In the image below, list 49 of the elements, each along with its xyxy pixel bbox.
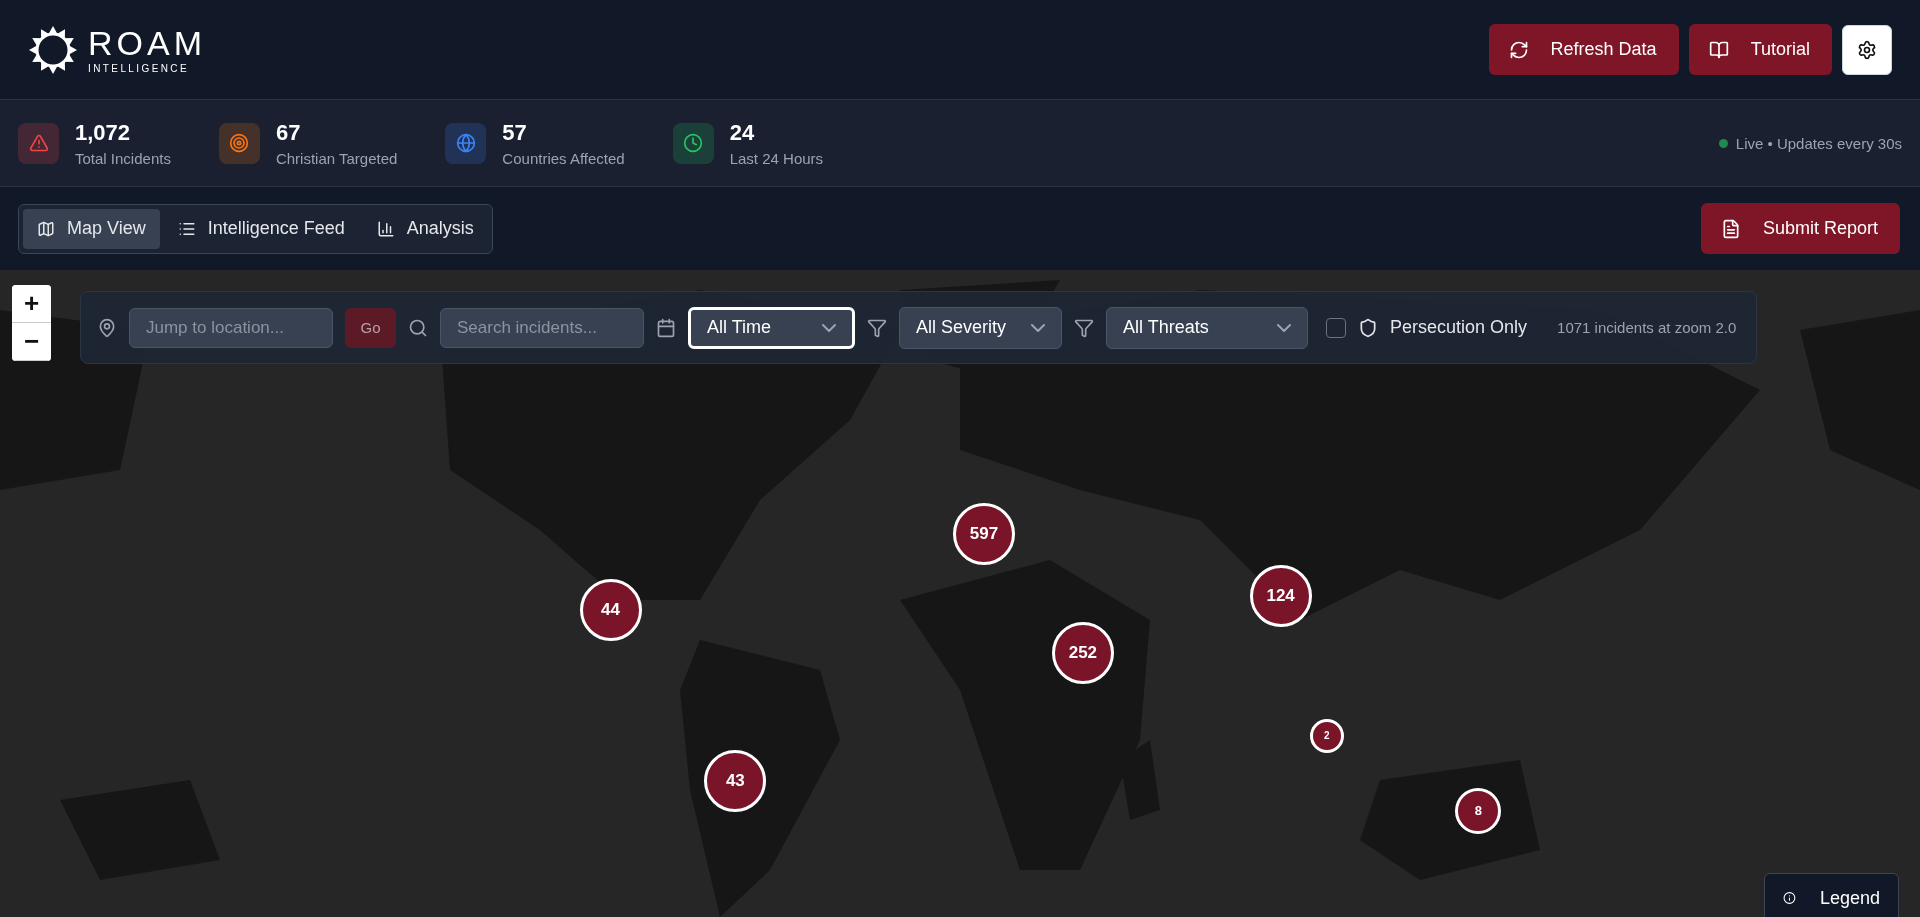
book-icon: [1708, 39, 1729, 60]
calendar-icon: [656, 317, 676, 338]
stat-icon: [672, 122, 714, 164]
map-icon: [37, 219, 55, 238]
chart-icon: [376, 219, 395, 238]
legend-button[interactable]: Legend: [1764, 873, 1899, 917]
settings-icon: [1857, 39, 1877, 60]
go-button[interactable]: Go: [345, 307, 396, 348]
tutorial-button[interactable]: Tutorial: [1688, 24, 1832, 75]
refresh-button[interactable]: Refresh Data: [1488, 24, 1679, 75]
stat-label: Last 24 Hours: [729, 149, 824, 167]
chevron-down-icon: [822, 323, 836, 332]
filter-icon: [867, 317, 887, 338]
location-pin-icon: [97, 317, 117, 338]
brand-name: ROAM: [88, 25, 206, 60]
search-field[interactable]: Search incidents...: [440, 307, 644, 348]
view-tab[interactable]: Map View: [23, 208, 160, 249]
stat-label: Total Incidents: [75, 149, 171, 167]
brand-tagline: INTELLIGENCE: [88, 63, 191, 74]
stat-icon: [18, 122, 59, 164]
refresh-icon: [1508, 39, 1529, 60]
filter-select[interactable]: All Threats: [1106, 306, 1308, 349]
stat-value: 24: [729, 119, 756, 146]
submit-report-button[interactable]: Submit Report: [1700, 203, 1900, 254]
info-icon: [1783, 889, 1796, 907]
persecution-label: Persecution Only: [1390, 317, 1528, 338]
zoom-in-button[interactable]: +: [12, 285, 51, 323]
stat-label: Countries Affected: [502, 149, 625, 167]
location-field[interactable]: Jump to location...: [129, 307, 333, 348]
chevron-down-icon: [1277, 323, 1291, 332]
filter-select[interactable]: All Time: [688, 306, 855, 349]
shield-icon: [1358, 317, 1378, 338]
stat-label: Christian Targeted: [275, 149, 398, 167]
stat-value: 67: [275, 119, 302, 146]
sun-logo-icon: [28, 24, 78, 75]
persecution-checkbox[interactable]: [1326, 317, 1346, 338]
stat-icon: [218, 122, 260, 164]
stat-value: 57: [502, 119, 528, 146]
live-status: Live • Updates every 30s: [1735, 134, 1902, 152]
settings-button[interactable]: [1842, 24, 1892, 75]
stat-icon: [445, 122, 487, 164]
view-tab[interactable]: Analysis: [362, 208, 488, 249]
view-tab[interactable]: Intelligence Feed: [163, 208, 359, 249]
search-icon: [408, 317, 428, 338]
filter-select[interactable]: All Severity: [899, 306, 1062, 349]
filter-icon: [1074, 317, 1094, 338]
incident-count: 1071 incidents at zoom 2.0: [1557, 319, 1737, 336]
stat-value: 1,072: [75, 119, 132, 146]
chevron-down-icon: [1031, 323, 1045, 332]
